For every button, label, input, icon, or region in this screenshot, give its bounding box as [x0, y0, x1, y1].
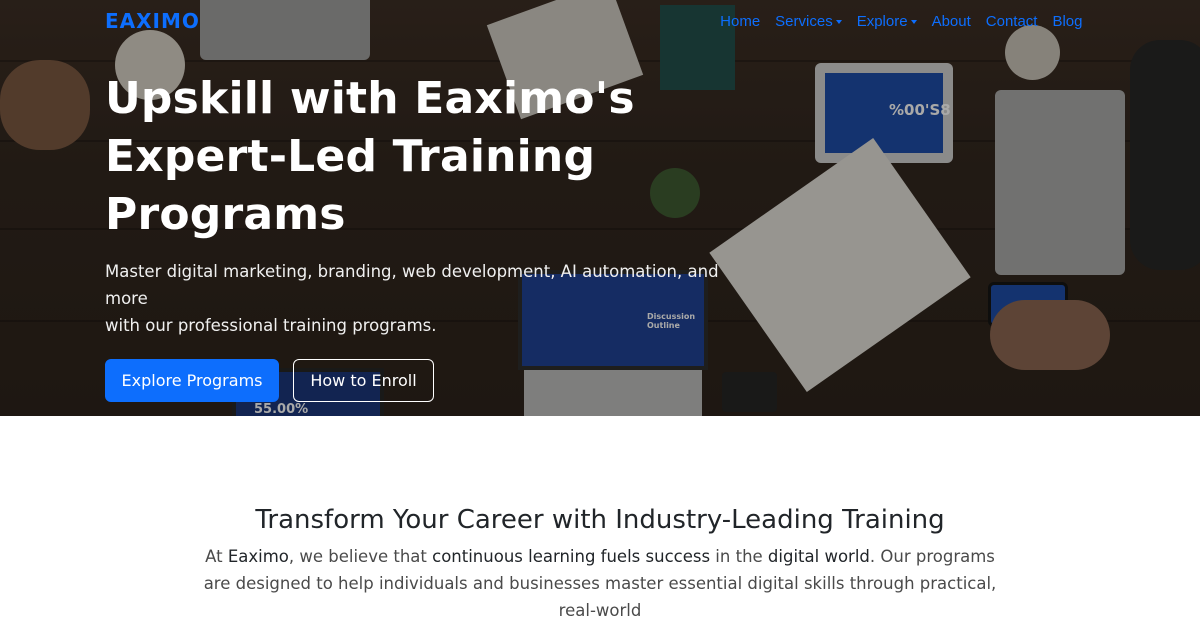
nav-link-blog[interactable]: Blog	[1045, 13, 1090, 30]
nav-link-about[interactable]: About	[924, 13, 978, 30]
intro-title: Transform Your Career with Industry-Lead…	[255, 505, 945, 535]
hero-buttons: Explore Programs How to Enroll	[105, 359, 785, 402]
nav-link-home[interactable]: Home	[713, 13, 768, 30]
intro-section: Transform Your Career with Industry-Lead…	[0, 416, 1200, 620]
nav-item-home: Home	[713, 11, 768, 30]
nav-item-explore: Explore	[849, 11, 924, 30]
nav-link-label: About	[931, 13, 971, 30]
chevron-down-icon	[835, 19, 842, 24]
hero-title: Upskill with Eaximo's Expert-Led Trainin…	[105, 70, 785, 244]
nav-item-services: Services	[768, 11, 850, 30]
how-to-enroll-button[interactable]: How to Enroll	[293, 359, 434, 402]
nav-link-label: Explore	[856, 13, 908, 30]
nav-link-label: Home	[720, 13, 761, 30]
intro-text-strong: Eaximo	[227, 547, 289, 566]
navbar: EAXIMO Home Services Explore About Conta…	[0, 0, 1200, 42]
chevron-down-icon	[910, 19, 917, 24]
nav-link-label: Blog	[1052, 13, 1083, 30]
hero-section: %00'S8 Discussion Outline 55.00% EAXIMO …	[0, 0, 1200, 416]
intro-text-part: At	[205, 547, 228, 566]
nav-link-services[interactable]: Services	[768, 13, 850, 30]
nav-item-about: About	[924, 11, 978, 30]
hero-title-line: Upskill with Eaximo's	[105, 73, 635, 124]
brand-logo[interactable]: EAXIMO	[105, 9, 200, 33]
intro-text: At Eaximo, we believe that continuous le…	[195, 543, 1005, 624]
explore-programs-button[interactable]: Explore Programs	[105, 359, 279, 402]
hero-content: Upskill with Eaximo's Expert-Led Trainin…	[105, 70, 785, 402]
hero-title-line: Programs	[105, 189, 346, 240]
hero-lead: Master digital marketing, branding, web …	[105, 258, 755, 339]
nav-item-blog: Blog	[1045, 11, 1090, 30]
hero-lead-line: with our professional training programs.	[105, 316, 437, 335]
nav-link-contact[interactable]: Contact	[978, 13, 1045, 30]
intro-text-strong: digital world	[767, 547, 870, 566]
hero-lead-line: Master digital marketing, branding, web …	[105, 262, 719, 308]
nav-menu: Home Services Explore About Contact Blog	[713, 11, 1090, 30]
nav-item-contact: Contact	[978, 11, 1045, 30]
nav-link-label: Contact	[985, 13, 1038, 30]
intro-text-strong: continuous learning fuels success	[432, 547, 711, 566]
intro-text-part: , we believe that	[288, 547, 433, 566]
nav-link-label: Services	[775, 13, 833, 30]
nav-link-explore[interactable]: Explore	[849, 13, 924, 30]
intro-text-part: in the	[710, 547, 768, 566]
hero-title-line: Expert-Led Training	[105, 131, 596, 182]
